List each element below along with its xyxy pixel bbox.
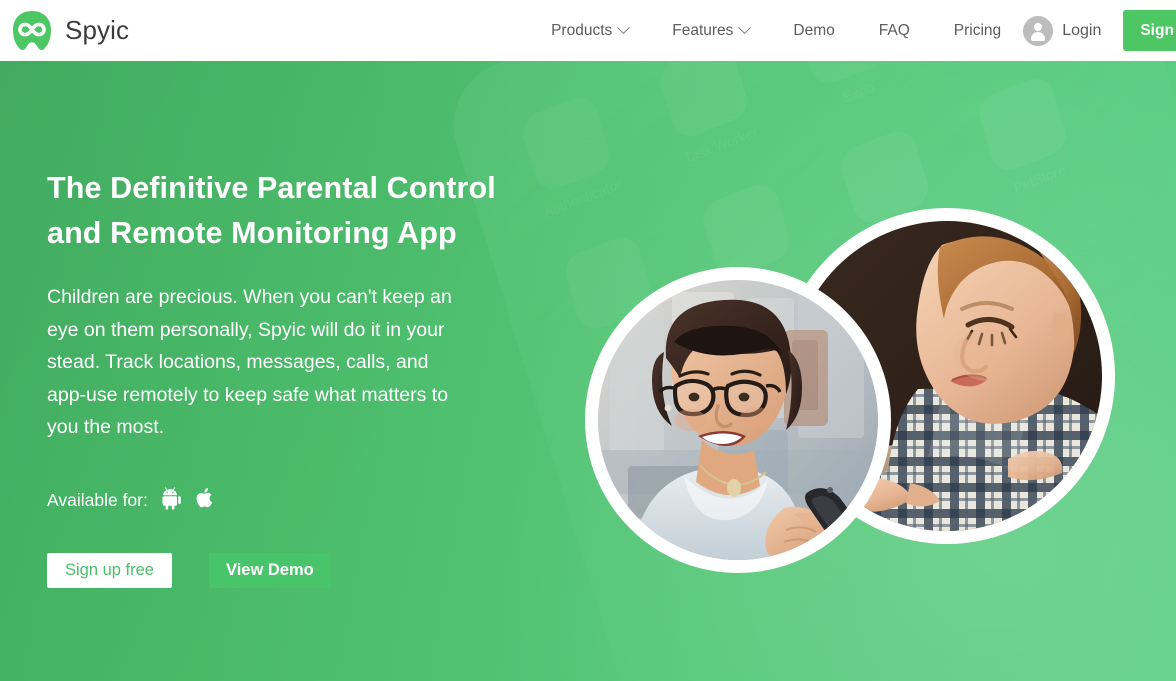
chevron-down-icon xyxy=(617,21,631,35)
nav-label-pricing: Pricing xyxy=(953,21,1002,39)
brand-name: Spyic xyxy=(65,15,130,45)
nav-item-faq[interactable]: FAQ xyxy=(857,22,932,40)
nav-item-features[interactable]: Features xyxy=(650,21,771,40)
chevron-down-icon xyxy=(738,21,752,35)
nav-item-demo[interactable]: Demo xyxy=(771,22,856,40)
header-actions: Login Sign Up Free xyxy=(1023,10,1176,51)
nav-label-faq: FAQ xyxy=(878,21,910,39)
background-app: Task Worker xyxy=(638,61,778,174)
photo-clip xyxy=(598,280,878,560)
app-icon xyxy=(698,178,795,282)
app-icon xyxy=(974,72,1071,176)
hero-cta-row: Sign up free View Demo xyxy=(47,552,567,588)
main-navigation: Products Features Demo FAQ Pricing xyxy=(529,21,1023,40)
app-label: VSCO xyxy=(939,61,1054,68)
background-app: Expo xyxy=(776,61,916,121)
site-header: Spyic Products Features Demo FAQ Pricing xyxy=(0,0,1176,61)
sign-up-free-button[interactable]: Sign Up Free xyxy=(1123,10,1176,51)
platform-icon-list xyxy=(159,486,215,515)
apple-icon xyxy=(196,487,215,515)
user-avatar-icon xyxy=(1023,15,1054,46)
android-icon xyxy=(159,486,183,515)
landing-page: Spyic Products Features Demo FAQ Pricing xyxy=(0,0,1176,681)
view-demo-button[interactable]: View Demo xyxy=(208,552,331,588)
hero-subtitle: Children are precious. When you can't ke… xyxy=(47,286,452,438)
nav-label-demo: Demo xyxy=(793,21,835,39)
nav-item-pricing[interactable]: Pricing xyxy=(932,22,1023,40)
page-title: The Definitive Parental Control and Remo… xyxy=(47,171,496,250)
nav-item-products[interactable]: Products xyxy=(529,21,650,40)
available-platforms: Available for: xyxy=(47,486,567,515)
hero-copy: The Definitive Parental Control and Remo… xyxy=(47,166,567,588)
sign-up-free-hero-button[interactable]: Sign up free xyxy=(47,552,172,588)
nav-label-products: Products xyxy=(551,21,613,39)
login-link[interactable]: Login xyxy=(1023,15,1102,46)
infinity-mask-logo-icon xyxy=(10,9,54,53)
login-label: Login xyxy=(1062,21,1102,39)
available-label: Available for: xyxy=(47,490,148,510)
brand-logo-link[interactable]: Spyic xyxy=(10,9,129,53)
woman-with-phone-photo xyxy=(585,267,891,573)
nav-label-features: Features xyxy=(672,21,734,39)
hero-section: Authenticator Task Worker Expo VSCO eSha… xyxy=(0,61,1176,681)
background-app: PetStore xyxy=(956,66,1096,208)
background-app: VSCO xyxy=(914,61,1054,68)
